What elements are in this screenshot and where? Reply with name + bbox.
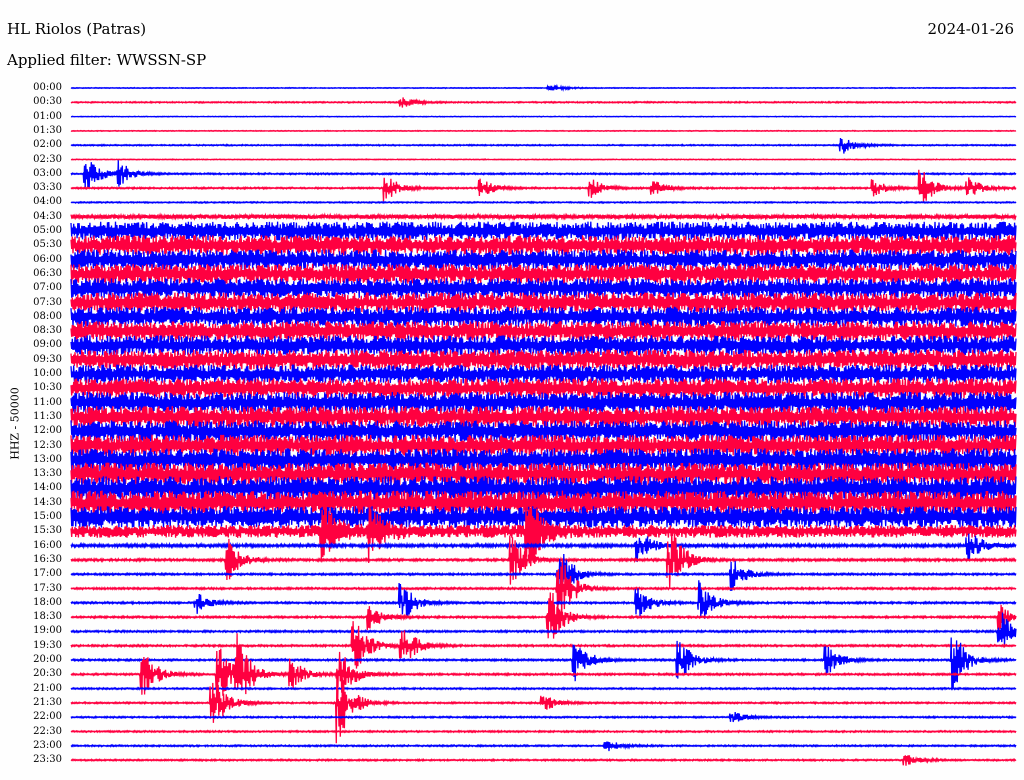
trace-row-0430: [70, 212, 1017, 222]
helicorder-plot: [70, 83, 1017, 766]
trace-row-0000: [70, 83, 1017, 92]
trace-row-0030: [70, 97, 1017, 108]
trace-row-0600: [70, 249, 1017, 270]
trace-row-2300: [70, 741, 1017, 752]
trace-row-1730: [70, 561, 1017, 624]
trace-row-0230: [70, 158, 1017, 161]
trace-row-2130: [70, 673, 1017, 744]
trace-row-0300: [70, 160, 1017, 188]
trace-row-0200: [70, 137, 1017, 154]
trace-row-1930: [70, 621, 1017, 669]
trace-row-1800: [70, 580, 1017, 619]
trace-row-0130: [70, 129, 1017, 133]
trace-row-2330: [70, 755, 1017, 766]
trace-row-0100: [70, 115, 1017, 118]
trace-row-0400: [70, 200, 1017, 205]
trace-row-2230: [70, 729, 1017, 734]
